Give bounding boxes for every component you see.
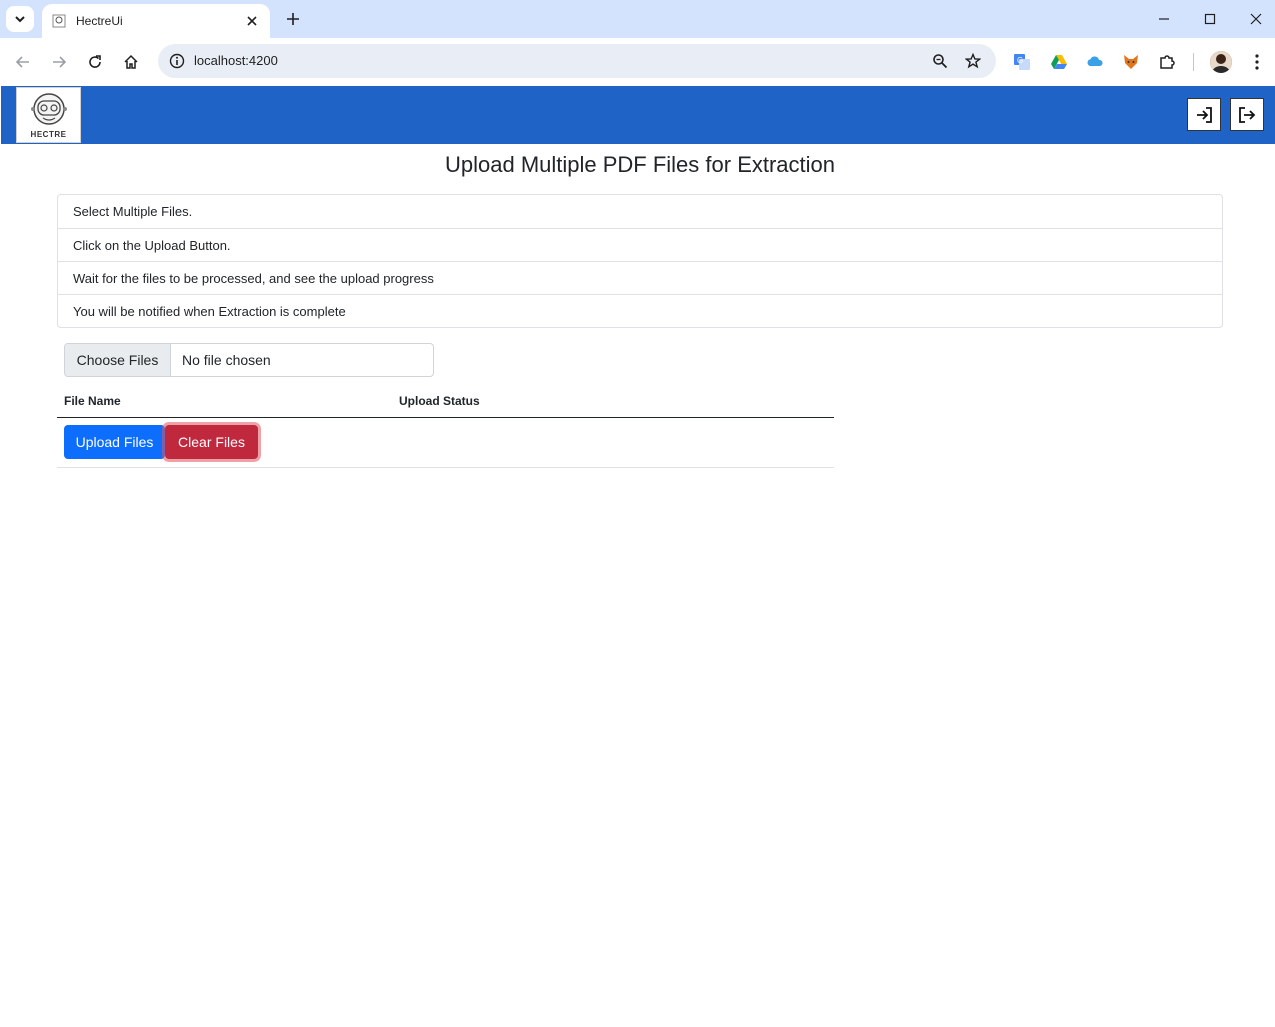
reload-icon[interactable] — [83, 50, 107, 74]
maximize-icon[interactable] — [1196, 6, 1224, 32]
translate-icon[interactable]: G — [1010, 50, 1034, 74]
file-status-text: No file chosen — [182, 352, 271, 368]
table-row: Upload Files Clear Files — [57, 418, 834, 468]
logout-icon — [1239, 106, 1256, 123]
svg-text:G: G — [1017, 56, 1023, 65]
browser-toolbar: localhost:4200 G — [0, 38, 1275, 86]
choose-files-button[interactable]: Choose Files — [65, 344, 171, 376]
app-logo[interactable]: HECTRE — [16, 87, 81, 143]
list-item: You will be notified when Extraction is … — [58, 294, 1222, 327]
browser-chrome: HectreUi localhost:4200 G — [0, 0, 1275, 86]
page-title: Upload Multiple PDF Files for Extraction — [444, 152, 836, 177]
url-text[interactable]: localhost:4200 — [194, 53, 278, 68]
close-icon[interactable] — [244, 13, 260, 29]
list-item: Wait for the files to be processed, and … — [58, 261, 1222, 294]
robot-head-icon — [30, 93, 67, 125]
list-item: Click on the Upload Button. — [58, 228, 1222, 261]
minimize-icon[interactable] — [1150, 6, 1178, 32]
address-bar[interactable]: localhost:4200 — [158, 44, 996, 78]
fox-icon[interactable] — [1119, 50, 1143, 74]
app-navbar — [1, 86, 1275, 144]
file-input[interactable]: Choose Files No file chosen — [64, 343, 434, 377]
plus-icon[interactable] — [282, 8, 304, 30]
hectre-favicon-icon — [52, 14, 66, 28]
column-header-file-name: File Name — [64, 394, 121, 408]
list-item: Select Multiple Files. — [73, 204, 193, 219]
clear-files-button[interactable]: Clear Files — [165, 425, 258, 459]
tab-title: HectreUi — [76, 14, 123, 28]
files-table: File Name Upload Status Upload Files Cle… — [57, 388, 834, 468]
kebab-menu-icon[interactable] — [1245, 50, 1269, 74]
chevron-down-icon[interactable] — [6, 6, 34, 32]
instructions-list: Select Multiple Files. Click on the Uplo… — [57, 194, 1223, 328]
zoom-icon[interactable] — [930, 51, 950, 71]
drive-icon[interactable] — [1047, 50, 1071, 74]
logo-text: HECTRE — [30, 130, 67, 139]
forward-arrow-icon[interactable] — [47, 50, 71, 74]
cloud-icon[interactable] — [1083, 50, 1107, 74]
login-button[interactable] — [1187, 98, 1221, 131]
tab-strip: HectreUi — [0, 0, 1275, 38]
star-icon[interactable] — [963, 51, 983, 71]
back-arrow-icon[interactable] — [11, 50, 35, 74]
upload-files-button[interactable]: Upload Files — [64, 425, 165, 459]
column-header-upload-status: Upload Status — [399, 394, 480, 408]
browser-tab[interactable]: HectreUi — [42, 4, 270, 38]
toolbar-divider — [1193, 53, 1194, 71]
close-window-icon[interactable] — [1242, 6, 1270, 32]
info-icon[interactable] — [166, 50, 188, 72]
puzzle-icon[interactable] — [1155, 50, 1179, 74]
login-icon — [1197, 106, 1212, 123]
table-header: File Name Upload Status — [57, 388, 834, 418]
home-icon[interactable] — [119, 50, 143, 74]
avatar[interactable] — [1210, 51, 1232, 73]
logout-button[interactable] — [1230, 98, 1264, 131]
